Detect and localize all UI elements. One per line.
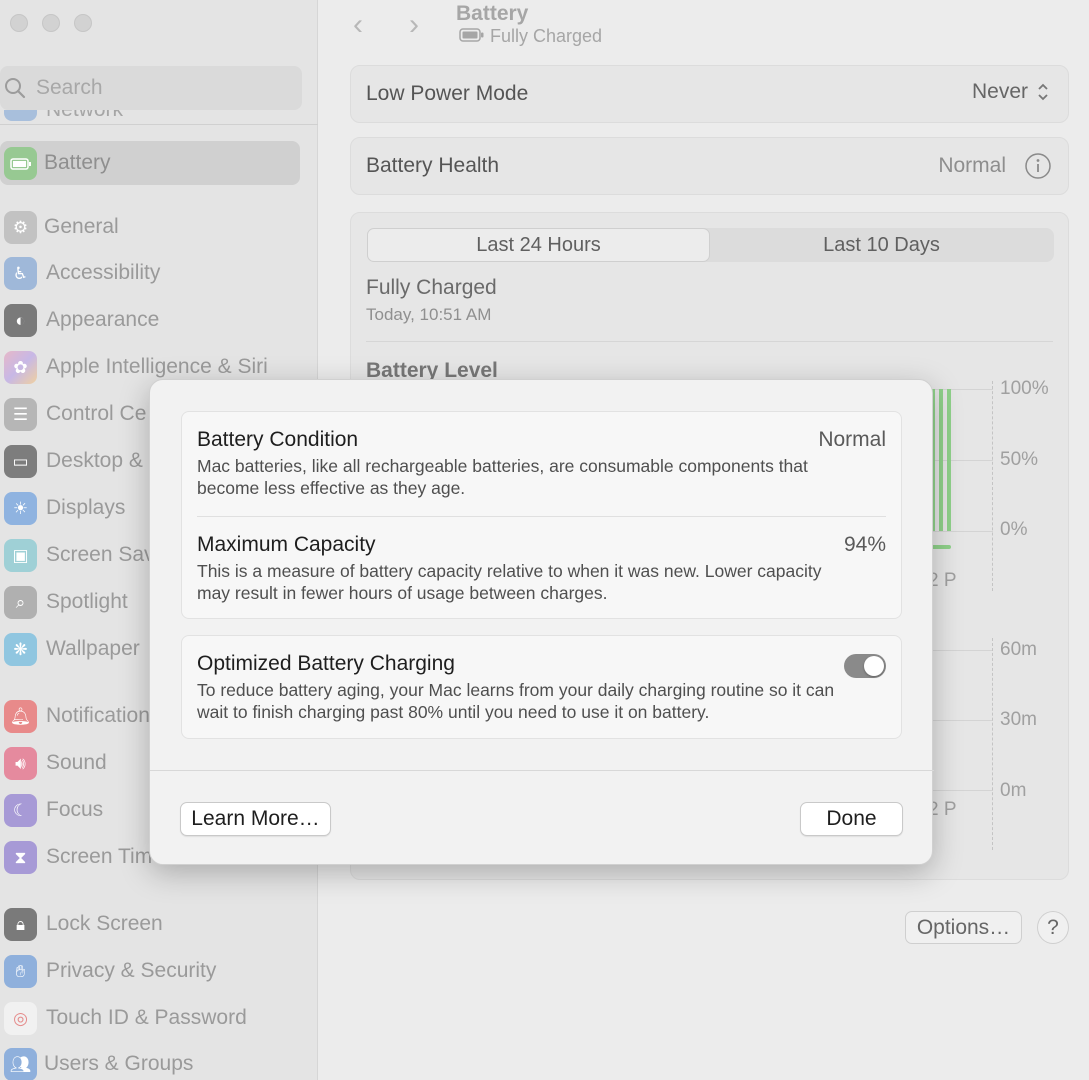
- battery-info-group: Battery Condition Normal Mac batteries, …: [181, 411, 902, 619]
- maximum-capacity-title: Maximum Capacity: [197, 533, 376, 556]
- optimized-charging-description: To reduce battery aging, your Mac learns…: [197, 680, 835, 722]
- optimized-charging-title: Optimized Battery Charging: [197, 652, 455, 675]
- battery-condition-title: Battery Condition: [197, 428, 359, 451]
- toggle-knob: [864, 656, 884, 676]
- maximum-capacity-value: 94%: [843, 533, 886, 556]
- battery-health-sheet: Battery Condition Normal Mac batteries, …: [149, 379, 934, 865]
- battery-condition-description: Mac batteries, like all rechargeable bat…: [197, 456, 808, 498]
- divider: [197, 516, 886, 517]
- optimized-charging-toggle[interactable]: [844, 654, 886, 678]
- battery-condition-value: Normal: [818, 428, 886, 451]
- sheet-divider: [150, 770, 934, 771]
- learn-more-button[interactable]: Learn More…: [180, 802, 331, 836]
- optimized-charging-group: Optimized Battery Charging To reduce bat…: [181, 635, 902, 739]
- maximum-capacity-description: This is a measure of battery capacity re…: [197, 561, 822, 603]
- done-button[interactable]: Done: [800, 802, 903, 836]
